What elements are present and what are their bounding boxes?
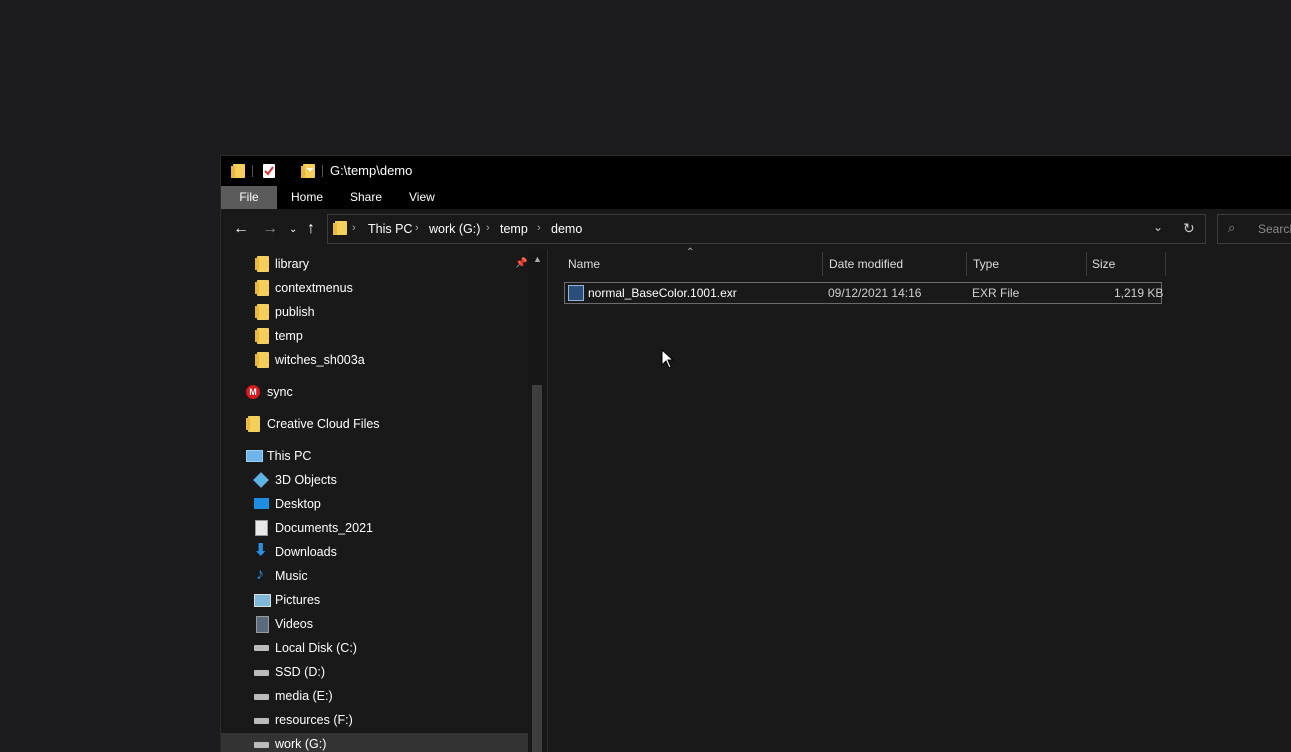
folder-icon	[333, 221, 347, 235]
sidebar-item-label: resources (F:)	[275, 713, 353, 727]
folder-icon	[255, 352, 269, 368]
breadcrumb-chevron-icon[interactable]: ›	[486, 222, 490, 234]
exr-file-icon	[568, 285, 584, 301]
folder-icon	[231, 164, 245, 178]
folder-icon	[255, 256, 269, 272]
videos-icon	[256, 616, 269, 633]
drive-icon	[254, 670, 269, 676]
recent-locations-chevron-icon[interactable]: ⌄	[289, 222, 297, 238]
sidebar-item-label: Pictures	[275, 593, 321, 607]
drive-icon	[254, 742, 269, 748]
ribbon-tabs: File Home Share View	[221, 186, 1291, 209]
column-separator[interactable]	[966, 252, 967, 276]
drive-icon	[254, 718, 269, 724]
address-dropdown-chevron-icon[interactable]: ⌄	[1153, 220, 1163, 234]
breadcrumb-demo[interactable]: demo	[551, 222, 582, 236]
sidebar-item-label: contextmenus	[275, 281, 353, 295]
navigation-bar: ← → ⌄ ↑ › This PC › work (G:) › temp › d…	[221, 209, 1291, 250]
tab-file[interactable]: File	[221, 186, 277, 209]
sidebar-item-label: publish	[275, 305, 315, 319]
breadcrumb-temp[interactable]: temp	[500, 222, 528, 236]
sidebar-item-label: temp	[275, 329, 303, 343]
file-date-modified: 09/12/2021 14:16	[828, 286, 922, 300]
sidebar-item-label: witches_sh003a	[275, 353, 365, 367]
explorer-window: ⏷ G:\temp\demo File Home Share View ← → …	[220, 155, 1291, 752]
breadcrumb-work-g[interactable]: work (G:)	[429, 222, 480, 236]
pin-icon[interactable]: 📌	[515, 258, 527, 269]
folder-icon	[255, 304, 269, 320]
file-row[interactable]: normal_BaseColor.1001.exr 09/12/2021 14:…	[564, 282, 1164, 304]
file-list: ⌃ Name Date modified Type Size normal_Ba…	[548, 247, 1291, 752]
windows-drive-icon	[254, 645, 269, 651]
separator	[252, 165, 253, 177]
sidebar-item-label: Music	[275, 569, 308, 583]
document-icon	[255, 520, 268, 536]
tab-home[interactable]: Home	[291, 186, 323, 209]
sidebar-item-label: media (E:)	[275, 689, 333, 703]
breadcrumb-chevron-icon[interactable]: ›	[537, 222, 541, 234]
address-bar[interactable]: › This PC › work (G:) › temp › demo ⌄ ↻	[327, 214, 1206, 244]
sidebar-item-label: This PC	[267, 449, 312, 463]
sidebar-item-label: Downloads	[275, 545, 337, 559]
separator	[322, 165, 323, 177]
title-bar: ⏷ G:\temp\demo	[221, 156, 1291, 186]
sort-ascending-icon: ⌃	[686, 247, 695, 258]
column-separator[interactable]	[1165, 252, 1166, 276]
forward-arrow-icon[interactable]: →	[262, 221, 278, 237]
window-title: G:\temp\demo	[330, 163, 413, 178]
sidebar-item-label: library	[275, 257, 310, 271]
pictures-icon	[254, 594, 271, 607]
breadcrumb-this-pc[interactable]: This PC	[368, 222, 412, 236]
column-separator[interactable]	[1086, 252, 1087, 276]
breadcrumb-chevron-icon[interactable]: ›	[415, 222, 419, 234]
creative-cloud-folder-icon	[246, 416, 260, 432]
column-header-name[interactable]: Name	[568, 250, 600, 278]
column-separator[interactable]	[822, 252, 823, 276]
navigation-pane-scrollbar[interactable]: ▲	[528, 250, 547, 752]
sidebar-item-label: Documents_2021	[275, 521, 373, 535]
file-size: 1,219 KB	[1114, 286, 1164, 300]
search-box[interactable]: ⌕ Search	[1217, 214, 1291, 244]
sidebar-item-label: sync	[267, 385, 293, 399]
tab-share[interactable]: Share	[350, 186, 382, 209]
properties-icon[interactable]	[263, 164, 275, 178]
search-icon: ⌕	[1228, 220, 1236, 235]
drive-icon	[254, 694, 269, 700]
download-arrow-icon: ⬇	[254, 542, 268, 559]
scrollbar-thumb[interactable]	[532, 385, 542, 752]
search-placeholder: Search	[1258, 222, 1291, 236]
sidebar-item-label: Videos	[275, 617, 313, 631]
mega-sync-icon: M	[246, 385, 260, 399]
refresh-icon[interactable]: ↻	[1183, 220, 1195, 237]
file-type: EXR File	[972, 286, 1020, 300]
column-header-size[interactable]: Size	[1092, 250, 1115, 278]
3d-objects-icon	[253, 472, 269, 488]
back-arrow-icon[interactable]: ←	[233, 221, 249, 237]
computer-icon	[246, 450, 263, 462]
sidebar-item-label: Desktop	[275, 497, 321, 511]
folder-icon	[255, 328, 269, 344]
file-name: normal_BaseColor.1001.exr	[588, 286, 737, 300]
sidebar-item-label: 3D Objects	[275, 473, 337, 487]
folder-icon	[255, 280, 269, 296]
breadcrumb-chevron-icon[interactable]: ›	[352, 222, 356, 234]
sidebar-item-label: Local Disk (C:)	[275, 641, 357, 655]
navigation-pane: 📌 library contextmenus publish temp witc…	[221, 250, 547, 752]
column-header-type[interactable]: Type	[973, 250, 999, 278]
mouse-cursor-icon	[661, 349, 675, 369]
tab-view[interactable]: View	[409, 186, 435, 209]
sidebar-item-label: work (G:)	[275, 737, 327, 751]
desktop-icon	[254, 498, 269, 509]
scroll-up-arrow-icon[interactable]: ▲	[533, 254, 542, 264]
customize-quick-access-icon[interactable]: ⏷	[306, 165, 314, 181]
sidebar-item-label: SSD (D:)	[275, 665, 325, 679]
column-header-date-modified[interactable]: Date modified	[829, 250, 903, 278]
sidebar-item-label: Creative Cloud Files	[267, 417, 380, 431]
up-arrow-icon[interactable]: ↑	[307, 221, 315, 237]
music-note-icon: ♪	[256, 566, 264, 583]
